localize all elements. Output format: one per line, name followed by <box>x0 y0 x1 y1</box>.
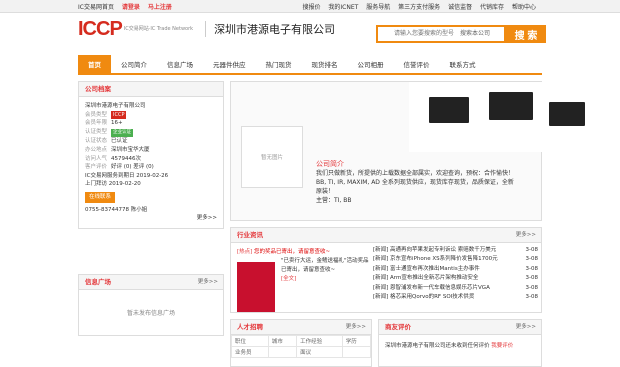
tab-contact[interactable]: 联系方式 <box>440 55 486 73</box>
news-item: [新闻] 格芯采用Qorvo的RF SOI技术供货 3-08 <box>373 294 538 301</box>
hot-news-link[interactable]: 您的奖品已寄出，请留意查收~ <box>254 249 330 255</box>
price-link[interactable]: 搜报价 <box>302 4 320 11</box>
archive-more[interactable]: 更多>> <box>197 215 217 221</box>
archive-title: 公司档案 <box>79 82 223 97</box>
reviews-more[interactable]: 更多>> <box>516 320 536 335</box>
service-nav-link[interactable]: 服务导航 <box>366 4 390 11</box>
news-more[interactable]: 更多>> <box>516 228 536 243</box>
tab-profile[interactable]: 公司简介 <box>111 55 157 73</box>
industry-news: 行业资讯 更多>> [热点] 您的奖品已寄出，请留意查收~ "已卖行大运，金鳍送福… <box>230 227 542 313</box>
tab-supply[interactable]: 元器件供应 <box>203 55 256 73</box>
help-link[interactable]: 帮助中心 <box>512 4 536 11</box>
archive-company: 深圳市港源电子有限公司 <box>85 103 146 109</box>
news-item: [新闻] 富士通宣布再次推出Mantis主办事件 3-08 <box>373 265 538 272</box>
tab-album[interactable]: 公司相册 <box>348 55 394 73</box>
info-empty: 暂未发布信息广场 <box>126 310 175 317</box>
profile-main: 主营：TI, BB <box>316 197 352 204</box>
member-badge: ICCP <box>111 110 127 120</box>
info-square: 信息广场 更多>> 暂未发布信息广场 <box>78 274 224 336</box>
home-link[interactable]: IC交易网首页 <box>78 4 114 11</box>
main-nav: 首页 公司简介 信息广场 元器件供应 热门现货 现货排名 公司相册 信誉评价 联… <box>78 55 542 75</box>
full-text-link[interactable]: [全文] <box>281 275 372 284</box>
phone-text: 0755-83744778 陈小姐 <box>85 206 148 213</box>
integrity-link[interactable]: 诚信监督 <box>448 4 472 11</box>
table-row: 业务员 面议 <box>231 346 372 358</box>
search-scope-select[interactable]: 搜索本公司 <box>460 28 490 37</box>
jobs-table: 职位 城市 工作经验 学历 业务员 面议 <box>231 335 372 358</box>
chip-image <box>409 82 619 152</box>
news-item: [新闻] 高通再向苹果发起专利诉讼 索赔数千万美元 3-08 <box>373 247 538 253</box>
news-list: [新闻] 高通再向苹果发起专利诉讼 索赔数千万美元 3-08 [新闻] 京东宣布i… <box>373 246 538 302</box>
write-review-link[interactable]: 我要评价 <box>491 343 513 349</box>
stock-link[interactable]: 代销库存 <box>480 4 504 11</box>
news-item: [新闻] Arm宣布推出全新芯片架构推动安全 3-08 <box>373 275 538 282</box>
top-bar: IC交易网首页 请登录 马上注册 搜报价 我的ICNET 服务导航 第三方支付服… <box>0 0 620 13</box>
profile-title: 公司简介 <box>316 160 344 168</box>
search-box: 搜索本公司 搜 索 <box>376 25 546 43</box>
register-link[interactable]: 马上注册 <box>148 4 172 11</box>
logo[interactable]: ICCP IC交易网站·IC Trade Network <box>78 18 193 41</box>
company-name: 深圳市港源电子有限公司 <box>205 21 335 37</box>
job-box: 人才招聘 更多>> 职位 城市 工作经验 学历 业务员 面议 <box>230 319 372 367</box>
tab-home[interactable]: 首页 <box>78 55 111 73</box>
news-title: 行业资讯 更多>> <box>231 228 541 243</box>
tab-credit[interactable]: 信誉评价 <box>394 55 440 73</box>
news-image <box>237 262 275 312</box>
pay-link[interactable]: 第三方支付服务 <box>398 4 440 11</box>
search-button[interactable]: 搜 索 <box>506 25 546 43</box>
tab-info[interactable]: 信息广场 <box>157 55 203 73</box>
profile-banner: 暂无图片 公司简介 我们只做新货，所提供的上载数据全部属实，欢迎查询，预祝：合作… <box>230 81 619 221</box>
news-item: [新闻] 恩智浦发布新一代车载信息娱乐芯片VGA 3-08 <box>373 284 538 291</box>
info-more[interactable]: 更多>> <box>198 275 218 290</box>
news-item: [新闻] 京东宣布iPhone XS系列降价发售降1700元 3-08 <box>373 256 538 263</box>
tab-rank[interactable]: 现货排名 <box>302 55 348 73</box>
company-archive: 公司档案 深圳市港源电子有限公司 会员类型 ICCP 会员年限 16+ 认证类型 企业… <box>78 81 224 229</box>
my-icnet-link[interactable]: 我的ICNET <box>328 4 358 11</box>
login-link[interactable]: 请登录 <box>122 4 140 11</box>
profile-image: 暂无图片 <box>241 126 303 188</box>
profile-text: 我们只做新货，所提供的上载数据全部属实，欢迎查询，预祝：合作愉快！BB, TI,… <box>316 170 515 195</box>
review-box: 商友评价 更多>> 深圳市港源电子有限公司还未收到任何评价 我要评价 <box>378 319 542 367</box>
header: ICCP IC交易网站·IC Trade Network 深圳市港源电子有限公司… <box>0 13 620 45</box>
tab-hot[interactable]: 热门现货 <box>256 55 302 73</box>
jobs-more[interactable]: 更多>> <box>346 320 366 335</box>
contact-online-button[interactable]: 在线联系 <box>85 191 116 203</box>
